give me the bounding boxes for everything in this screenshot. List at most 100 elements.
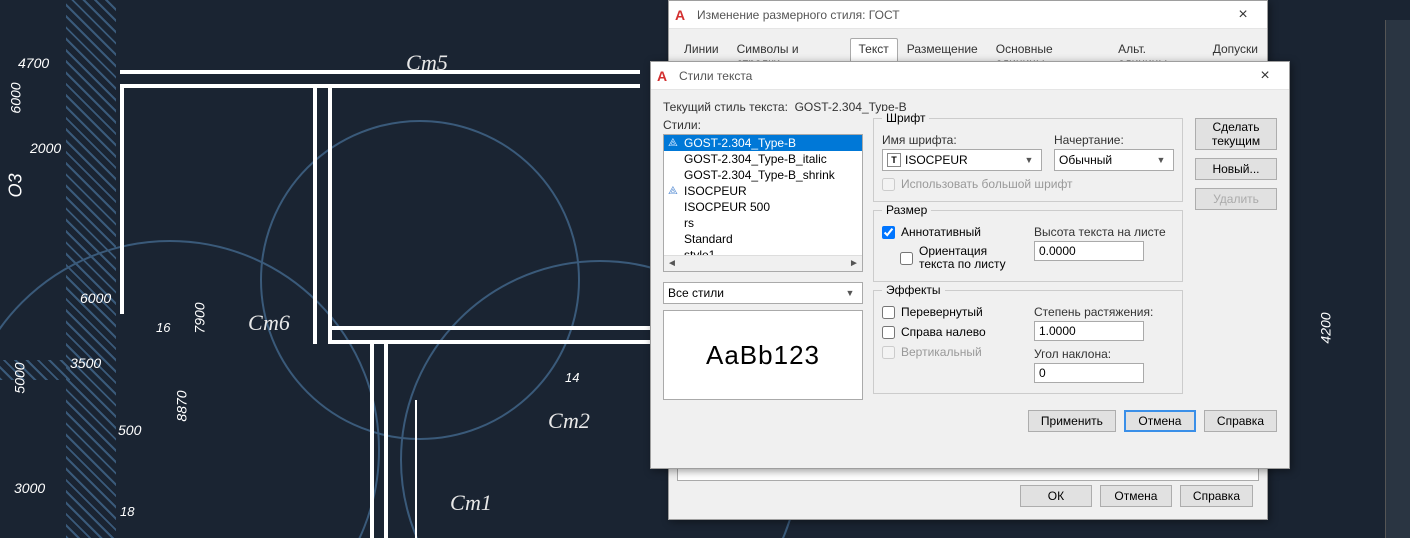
font-preview: AaBb123 xyxy=(663,310,863,400)
style-list-item[interactable]: ⟁ ISOCPEUR xyxy=(664,183,862,199)
style-list-item[interactable]: ⟁GOST-2.304_Type-B xyxy=(664,135,862,151)
style-list-item[interactable]: rs xyxy=(664,215,862,231)
rtl-label: Справа налево xyxy=(901,325,986,339)
font-name-label: Имя шрифта: xyxy=(882,133,1042,147)
close-icon[interactable]: × xyxy=(1225,2,1261,28)
apply-button[interactable]: Применить xyxy=(1028,410,1116,432)
cancel-button[interactable]: Отмена xyxy=(1124,410,1196,432)
app-icon: A xyxy=(675,7,691,23)
cad-dim: 2000 xyxy=(30,140,61,156)
orient-checkbox[interactable] xyxy=(900,252,913,265)
style-item-label: Standard xyxy=(684,232,733,246)
cad-dim: 6000 xyxy=(8,82,24,113)
cad-dim: 6000 xyxy=(80,290,111,306)
height-label: Высота текста на листе xyxy=(1034,225,1174,239)
bigfont-label: Использовать большой шрифт xyxy=(901,177,1073,191)
style-item-label: rs xyxy=(684,216,694,230)
dialog-title: Стили текста xyxy=(679,69,1247,83)
tab-fit[interactable]: Размещение xyxy=(898,38,987,62)
stretch-label: Степень растяжения: xyxy=(1034,305,1174,319)
delete-style-button[interactable]: Удалить xyxy=(1195,188,1277,210)
cad-dim: 8870 xyxy=(174,390,190,421)
flipped-checkbox[interactable] xyxy=(882,306,895,319)
style-item-label: ISOCPEUR xyxy=(684,184,747,198)
text-style-dialog: A Стили текста × Текущий стиль текста: G… xyxy=(650,61,1290,469)
tab-text[interactable]: Текст xyxy=(850,38,898,62)
dialog-title: Изменение размерного стиля: ГОСТ xyxy=(697,8,1225,22)
dialog-titlebar[interactable]: A Стили текста × xyxy=(651,62,1289,90)
style-list-item[interactable]: ISOCPEUR 500 xyxy=(664,199,862,215)
help-button[interactable]: Справка xyxy=(1180,485,1253,507)
set-current-button[interactable]: Сделать текущим xyxy=(1195,118,1277,150)
stretch-input[interactable] xyxy=(1034,321,1144,341)
chevron-down-icon: ▼ xyxy=(1153,155,1169,165)
dimstyle-tabs: Линии Символы и стрелки Текст Размещение… xyxy=(669,37,1267,61)
bigfont-checkbox xyxy=(882,178,895,191)
font-group: Шрифт Имя шрифта: T ISOCPEUR ▼ Начертани… xyxy=(873,118,1183,202)
font-style-combo[interactable]: Обычный ▼ xyxy=(1054,149,1174,171)
cad-dim: 5000 xyxy=(12,362,28,393)
style-list-item[interactable]: Standard xyxy=(664,231,862,247)
tab-symbols[interactable]: Символы и стрелки xyxy=(728,38,850,62)
style-item-label: ISOCPEUR 500 xyxy=(684,200,770,214)
size-group-legend: Размер xyxy=(882,203,931,217)
cad-dim: 4200 xyxy=(1318,312,1334,343)
cad-dim: 14 xyxy=(565,370,579,385)
orient-label: Ориентация текста по листу xyxy=(919,245,1022,271)
cad-dim: 18 xyxy=(120,504,134,519)
style-item-label: GOST-2.304_Type-B_italic xyxy=(684,152,827,166)
cancel-button[interactable]: Отмена xyxy=(1100,485,1172,507)
rtl-checkbox[interactable] xyxy=(882,326,895,339)
current-style-label: Текущий стиль текста: xyxy=(663,100,788,114)
app-icon: A xyxy=(657,68,673,84)
styles-label: Стили: xyxy=(663,118,863,132)
annotative-icon: ⟁ xyxy=(668,185,678,198)
scroll-left-icon[interactable]: ◄ xyxy=(664,256,680,271)
style-filter-combo[interactable]: Все стили ▼ xyxy=(663,282,863,304)
tab-alt-units[interactable]: Альт. единицы xyxy=(1109,38,1204,62)
style-item-label: GOST-2.304_Type-B xyxy=(684,136,796,150)
annotative-label: Аннотативный xyxy=(901,225,981,239)
oblique-label: Угол наклона: xyxy=(1034,347,1174,361)
ok-button[interactable]: ОК xyxy=(1020,485,1092,507)
font-group-legend: Шрифт xyxy=(882,111,929,125)
style-list-item[interactable]: GOST-2.304_Type-B_italic xyxy=(664,151,862,167)
cad-dim: 16 xyxy=(156,320,170,335)
cad-dim: О3 xyxy=(6,173,27,197)
cad-dim: 4700 xyxy=(18,55,49,71)
vertical-checkbox xyxy=(882,346,895,359)
font-name-combo[interactable]: T ISOCPEUR ▼ xyxy=(882,149,1042,171)
truetype-icon: T xyxy=(887,153,901,167)
tab-tolerances[interactable]: Допуски xyxy=(1204,38,1267,62)
dialog-titlebar[interactable]: A Изменение размерного стиля: ГОСТ × xyxy=(669,1,1267,29)
chevron-down-icon: ▼ xyxy=(842,288,858,298)
cad-label: Ст6 xyxy=(248,310,290,336)
new-style-button[interactable]: Новый... xyxy=(1195,158,1277,180)
cad-dim: 500 xyxy=(118,422,141,438)
cad-dim: 7900 xyxy=(192,302,208,333)
help-button[interactable]: Справка xyxy=(1204,410,1277,432)
styles-listbox[interactable]: ⟁GOST-2.304_Type-BGOST-2.304_Type-B_ital… xyxy=(663,134,863,272)
vertical-label: Вертикальный xyxy=(901,345,982,359)
effects-group-legend: Эффекты xyxy=(882,283,945,297)
close-icon[interactable]: × xyxy=(1247,63,1283,89)
height-input[interactable] xyxy=(1034,241,1144,261)
tab-primary-units[interactable]: Основные единицы xyxy=(987,38,1109,62)
style-item-label: GOST-2.304_Type-B_shrink xyxy=(684,168,835,182)
oblique-input[interactable] xyxy=(1034,363,1144,383)
current-style-line: Текущий стиль текста: GOST-2.304_Type-B xyxy=(651,90,1289,118)
list-hscrollbar[interactable]: ◄ ► xyxy=(664,255,862,271)
right-ruler xyxy=(1385,20,1410,538)
scroll-right-icon[interactable]: ► xyxy=(846,256,862,271)
cad-label: Ст5 xyxy=(406,50,448,76)
effects-group: Эффекты Перевернутый Справа налево xyxy=(873,290,1183,394)
chevron-down-icon: ▼ xyxy=(1021,155,1037,165)
cad-label: Ст1 xyxy=(450,490,492,516)
tab-lines[interactable]: Линии xyxy=(675,38,728,62)
font-style-value: Обычный xyxy=(1059,153,1153,167)
bigfont-row: Использовать большой шрифт xyxy=(882,177,1174,191)
annotative-checkbox[interactable] xyxy=(882,226,895,239)
cad-label: Ст2 xyxy=(548,408,590,434)
font-name-value: ISOCPEUR xyxy=(905,153,1021,167)
style-list-item[interactable]: GOST-2.304_Type-B_shrink xyxy=(664,167,862,183)
